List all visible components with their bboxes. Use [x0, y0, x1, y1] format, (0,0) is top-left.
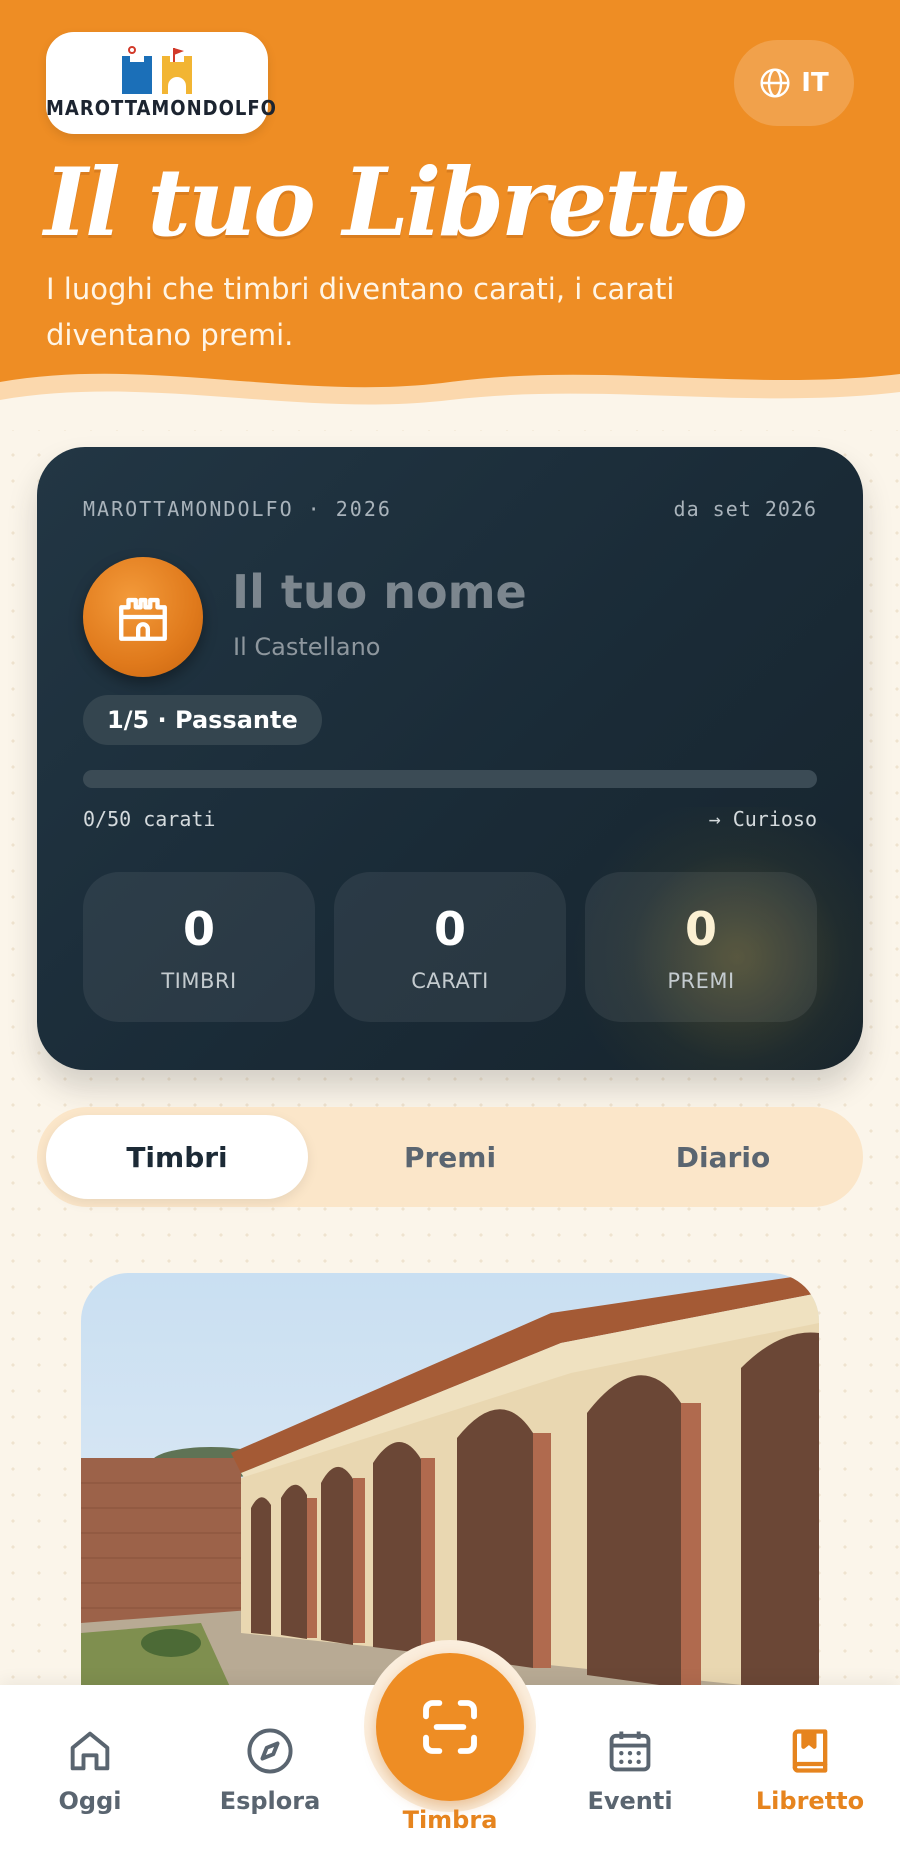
home-icon: [70, 1731, 110, 1771]
nav-eventi[interactable]: Eventi: [560, 1725, 700, 1815]
nav-oggi[interactable]: Oggi: [20, 1725, 160, 1815]
level-badge: 1/5 · Passante: [83, 695, 322, 745]
nav-label: Libretto: [755, 1787, 865, 1815]
logo-text: MAROTTAMONDOLFO: [46, 96, 277, 120]
progress-text: 0/50 carati: [83, 807, 216, 831]
tab-bar: Timbri Premi Diario: [37, 1107, 863, 1207]
compass-icon: [247, 1728, 293, 1774]
stat-label: TIMBRI: [161, 969, 237, 993]
stat-value: 0: [182, 902, 215, 956]
page-title: Il tuo Libretto: [44, 148, 748, 258]
calendar-icon: [609, 1731, 651, 1772]
next-level: → Curioso: [708, 807, 817, 831]
header-wave: [0, 373, 900, 430]
scan-icon: [423, 1700, 477, 1754]
stat-label: CARATI: [411, 969, 489, 993]
nav-libretto[interactable]: Libretto: [740, 1725, 880, 1815]
nav-label: Esplora: [219, 1787, 321, 1815]
stat-carati: 0 CARATI: [334, 872, 566, 1022]
user-name[interactable]: Il tuo nome: [232, 565, 527, 619]
castle-logo-icon: [122, 46, 192, 94]
stat-premi: 0 PREMI: [585, 872, 817, 1022]
stat-value: 0: [684, 902, 717, 956]
tab-diario[interactable]: Diario: [592, 1115, 854, 1199]
language-button[interactable]: IT: [734, 40, 854, 126]
avatar[interactable]: [83, 557, 203, 677]
tab-timbri[interactable]: Timbri: [46, 1115, 308, 1199]
stat-timbri: 0 TIMBRI: [83, 872, 315, 1022]
globe-icon: [760, 68, 790, 98]
nav-label: Eventi: [587, 1787, 673, 1815]
book-icon: [792, 1729, 828, 1773]
language-label: IT: [801, 68, 829, 98]
app-logo[interactable]: MAROTTAMONDOLFO: [46, 32, 277, 134]
nav-esplora[interactable]: Esplora: [200, 1725, 340, 1815]
card-place-year: MAROTTAMONDOLFO · 2026: [83, 497, 392, 521]
progress-bar: [83, 770, 817, 788]
tab-premi[interactable]: Premi: [319, 1115, 581, 1199]
castle-icon: [119, 597, 167, 641]
stat-value: 0: [433, 902, 466, 956]
scan-button[interactable]: [376, 1653, 524, 1801]
card-since-date: da set 2026: [673, 497, 817, 521]
passport-card: MAROTTAMONDOLFO · 2026 da set 2026 Il tu…: [37, 447, 863, 1070]
user-role: Il Castellano: [233, 633, 381, 661]
stat-label: PREMI: [667, 969, 735, 993]
page-subtitle: I luoghi che timbri diventano carati, i …: [46, 272, 675, 352]
nav-label: Oggi: [58, 1787, 122, 1815]
scan-label[interactable]: Timbra: [380, 1806, 520, 1834]
